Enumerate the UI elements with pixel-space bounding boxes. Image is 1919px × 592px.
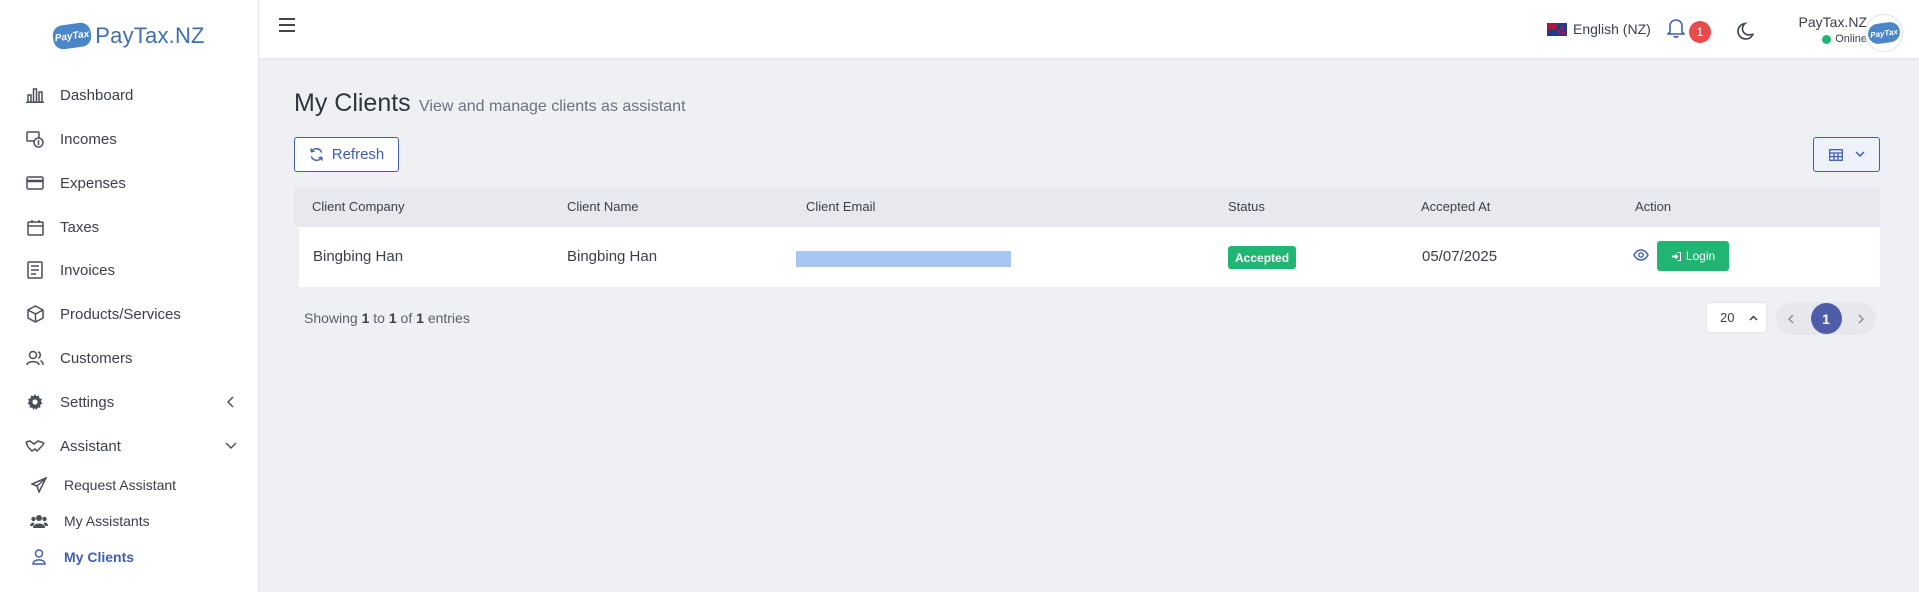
sidebar-item-label: Taxes [60,218,100,236]
sidebar-subitem-my-assistants[interactable]: My Assistants [0,504,259,538]
sidebar-item-invoices[interactable]: Invoices [0,248,259,292]
column-header-status[interactable]: Status [1228,199,1265,214]
sidebar-subitem-request-assistant[interactable]: Request Assistant [0,468,259,502]
sidebar-item-label: Dashboard [60,86,134,104]
refresh-button-label: Refresh [331,146,385,163]
refresh-icon [309,148,323,161]
showing-from: 1 [361,310,370,326]
chevron-left-icon [225,396,237,408]
sidebar-item-products-services[interactable]: Products/Services [0,292,259,336]
sidebar-item-label: Invoices [60,261,116,279]
sidebar-item-taxes[interactable]: Taxes [0,205,259,249]
table-row: Bingbing Han Bingbing Han Accepted 05/07… [299,227,1880,287]
showing-suffix: entries [427,310,470,326]
login-button-label: Login [1685,249,1716,263]
column-header-client-email[interactable]: Client Email [806,199,875,214]
sidebar-item-label: Products/Services [60,305,181,323]
bar-chart-icon [25,85,45,105]
bell-icon[interactable] [1666,18,1687,40]
chevron-down-icon [225,440,237,452]
sidebar-item-dashboard[interactable]: Dashboard [0,73,259,117]
brand[interactable]: PayTax PayTax.NZ [0,0,258,72]
sidebar-subitem-label: Request Assistant [64,477,177,493]
column-header-client-company[interactable]: Client Company [312,199,405,214]
sidebar-subitem-my-clients[interactable]: My Clients [0,540,259,574]
hamburger-menu-icon[interactable] [279,18,295,32]
avatar[interactable]: PayTax [1865,14,1903,52]
chevron-right-icon[interactable] [1854,312,1868,326]
calendar-icon [25,217,45,237]
credit-card-icon [25,173,45,193]
sidebar-item-label: Assistant [60,437,121,455]
avatar-logo: PayTax [1866,20,1902,46]
topbar: English (NZ) 1 PayTax.NZ Online PayTax [259,0,1919,58]
sign-in-icon [1671,251,1681,261]
user-icon [30,548,48,566]
column-header-accepted-at[interactable]: Accepted At [1421,199,1490,214]
user-status-label: Online [1835,33,1867,45]
showing-to-word: to [373,310,385,326]
users-icon [25,348,45,368]
group-icon [30,512,48,530]
language-label: English (NZ) [1573,21,1651,37]
chevron-down-icon [1854,151,1865,158]
chevron-left-icon[interactable] [1784,312,1798,326]
cell-accepted-at: 05/07/2025 [1422,248,1498,265]
entries-summary: Showing 1 to 1 of 1 entries [304,310,470,326]
showing-of-word: of [400,310,413,326]
sidebar-item-incomes[interactable]: Incomes [0,117,259,161]
online-dot-icon [1822,34,1832,44]
sidebar-subitem-label: My Clients [64,549,135,565]
cell-client-company: Bingbing Han [313,248,404,265]
showing-total: 1 [416,310,424,326]
showing-to: 1 [388,310,397,326]
brand-name: PayTax.NZ [95,23,205,48]
user-name: PayTax.NZ [1798,14,1867,30]
box-icon [25,304,45,324]
column-header-action: Action [1635,199,1672,214]
cell-client-email-redacted [796,251,1011,267]
user-status: Online [1787,33,1867,45]
sidebar: PayTax PayTax.NZ Dashboard Incomes Expen… [0,0,259,592]
chevron-up-icon [1749,314,1758,321]
sidebar-item-label: Expenses [60,174,126,192]
table-icon [1828,148,1843,161]
page-number-button[interactable]: 1 [1810,303,1842,334]
brand-logo: PayTax [51,21,93,51]
invoice-icon [25,260,45,280]
table-header: Client Company Client Name Client Email … [294,187,1880,227]
column-header-client-name[interactable]: Client Name [567,199,639,214]
nz-flag-icon [1547,22,1567,36]
gear-icon [25,392,45,412]
sidebar-subitem-label: My Assistants [64,513,150,529]
page-size-select[interactable]: 20 [1706,302,1767,333]
language-selector[interactable]: English (NZ) [1547,21,1651,37]
table-view-toggle[interactable] [1813,137,1880,172]
page-title: My Clients [294,89,411,117]
handshake-icon [25,436,45,456]
status-badge: Accepted [1228,246,1297,269]
notification-badge: 1 [1689,21,1711,43]
eye-icon[interactable] [1633,248,1649,264]
sidebar-item-settings[interactable]: Settings [0,380,259,424]
paper-plane-icon [30,476,48,494]
showing-prefix: Showing [304,310,358,326]
sidebar-item-customers[interactable]: Customers [0,336,259,380]
page-size-value: 20 [1720,310,1735,325]
user-info[interactable]: PayTax.NZ Online [1787,14,1867,45]
page-subtitle: View and manage clients as assistant [419,98,686,115]
login-button[interactable]: Login [1657,241,1729,271]
sidebar-item-label: Settings [60,393,115,411]
sidebar-item-label: Incomes [60,130,117,148]
sidebar-item-label: Customers [60,349,133,367]
refresh-button[interactable]: Refresh [294,137,399,172]
income-icon [25,129,45,149]
cell-client-name: Bingbing Han [567,248,658,265]
pagination: 1 [1776,302,1876,335]
sidebar-item-expenses[interactable]: Expenses [0,161,259,205]
moon-icon[interactable] [1737,22,1757,42]
sidebar-item-assistant[interactable]: Assistant [0,424,259,468]
